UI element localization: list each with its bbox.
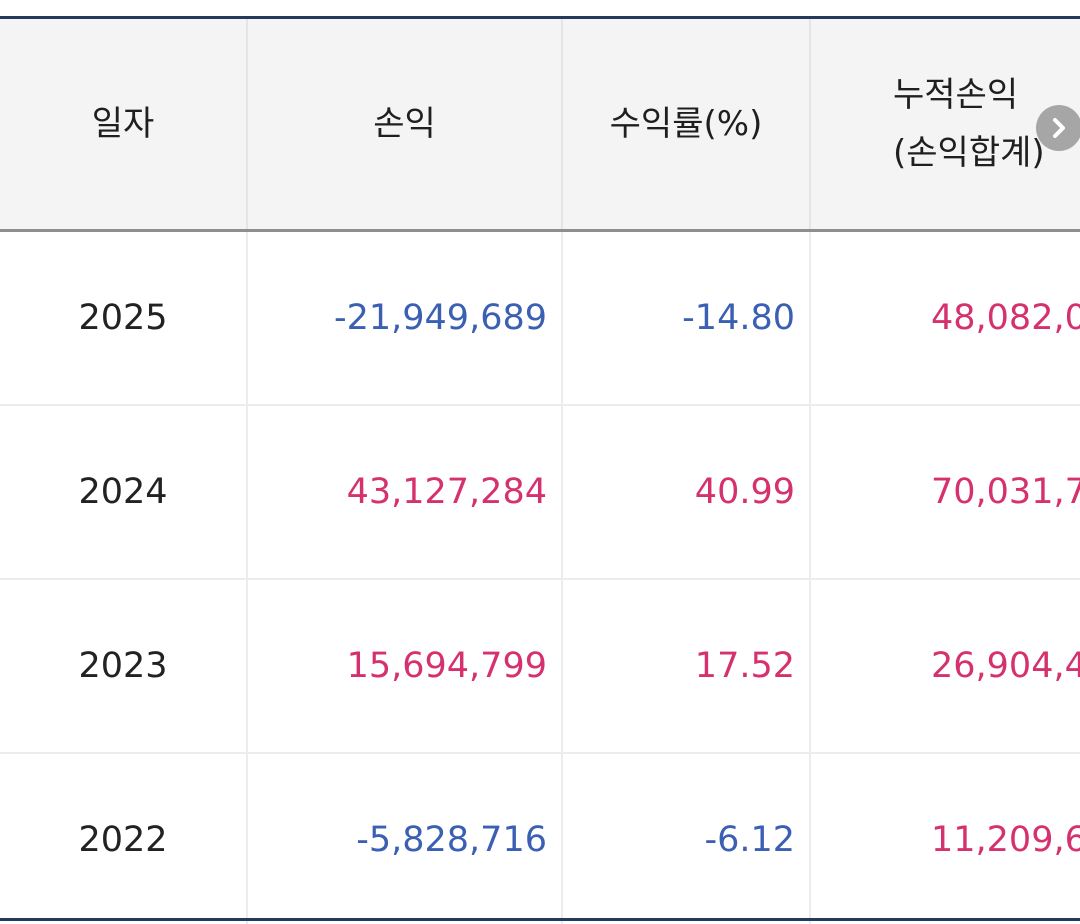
header-date: 일자 xyxy=(0,19,248,232)
cell-profit: -5,828,716 xyxy=(247,753,563,924)
cell-date: 2023 xyxy=(0,579,248,754)
table-bottom-border xyxy=(0,918,1080,921)
cell-cumulative: 48,082,05 xyxy=(810,230,1080,406)
cell-rate: -6.12 xyxy=(562,753,811,924)
cell-rate: 40.99 xyxy=(562,405,811,580)
cell-cumulative: 26,904,46 xyxy=(810,579,1080,754)
cell-date: 2022 xyxy=(0,753,248,924)
cell-profit: 43,127,284 xyxy=(247,405,563,580)
cell-profit: -21,949,689 xyxy=(247,230,563,406)
header-rate: 수익률(%) xyxy=(562,19,811,232)
cell-cumulative: 70,031,74 xyxy=(810,405,1080,580)
table-header-row: 일자 손익 수익률(%) 누적손익 (손익합계) xyxy=(0,19,1080,232)
profit-loss-table: 일자 손익 수익률(%) 누적손익 (손익합계) 2025 -21,949,68… xyxy=(0,19,1080,924)
cell-date: 2025 xyxy=(0,230,248,406)
table-row: 2025 -21,949,689 -14.80 48,082,05 xyxy=(0,230,1080,406)
cell-date: 2024 xyxy=(0,405,248,580)
header-profit: 손익 xyxy=(247,19,563,232)
cell-rate: -14.80 xyxy=(562,230,811,406)
cell-cumulative: 11,209,66 xyxy=(810,753,1080,924)
table-row: 2024 43,127,284 40.99 70,031,74 xyxy=(0,405,1080,580)
table-row: 2022 -5,828,716 -6.12 11,209,66 xyxy=(0,753,1080,924)
chevron-right-icon xyxy=(1053,118,1065,138)
cell-profit: 15,694,799 xyxy=(247,579,563,754)
scroll-right-button[interactable] xyxy=(1036,105,1080,151)
table-row: 2023 15,694,799 17.52 26,904,46 xyxy=(0,579,1080,754)
profit-table-view: 일자 손익 수익률(%) 누적손익 (손익합계) 2025 -21,949,68… xyxy=(0,0,1080,924)
cell-rate: 17.52 xyxy=(562,579,811,754)
